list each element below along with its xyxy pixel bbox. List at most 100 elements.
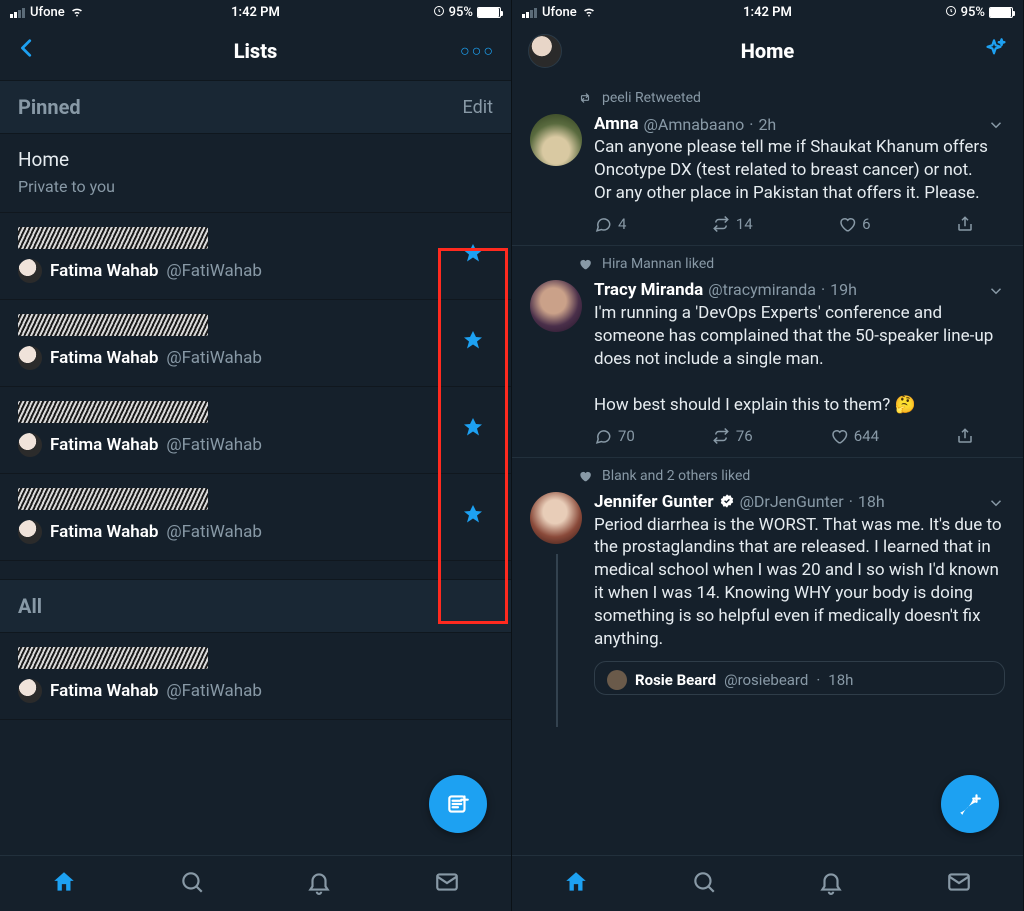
retweet-button[interactable]: 14 <box>712 215 753 233</box>
tweet-menu-button[interactable] <box>987 282 1005 304</box>
owner-handle: @FatiWahab <box>166 261 262 281</box>
page-title: Lists <box>0 39 511 63</box>
tweet-menu-button[interactable] <box>987 494 1005 516</box>
pin-icon[interactable] <box>461 503 485 531</box>
owner-handle: @FatiWahab <box>166 681 262 701</box>
wifi-icon <box>582 4 596 22</box>
tweet-author-handle: @DrJenGunter <box>740 492 844 511</box>
like-button[interactable]: 6 <box>838 215 870 233</box>
avatar[interactable] <box>530 114 582 166</box>
tweet-author-name: Tracy Miranda <box>594 280 703 300</box>
tweet-author-handle: @Amnabaano <box>644 115 745 134</box>
battery-pct-label: 95% <box>961 5 985 20</box>
tab-notifications[interactable] <box>306 869 332 899</box>
tab-messages[interactable] <box>946 869 972 899</box>
tweet-author-handle: @tracymiranda <box>708 280 816 299</box>
list-item[interactable]: Fatima Wahab @FatiWahab <box>0 387 511 474</box>
battery-pct-label: 95% <box>449 5 473 20</box>
share-button[interactable] <box>956 215 974 233</box>
list-item-home[interactable]: Home Private to you <box>0 134 511 213</box>
rotation-lock-icon <box>945 5 957 21</box>
avatar <box>18 259 42 283</box>
owner-name: Fatima Wahab <box>50 681 158 701</box>
thread-line <box>556 554 558 728</box>
back-button[interactable] <box>16 36 38 66</box>
verified-icon <box>719 492 735 511</box>
tweet-text: Period diarrhea is the WORST. That was m… <box>594 514 1005 652</box>
owner-handle: @FatiWahab <box>166 435 262 455</box>
section-header-all: All <box>0 579 511 633</box>
list-item[interactable]: Fatima Wahab @FatiWahab <box>0 213 511 300</box>
list-item[interactable]: Fatima Wahab @FatiWahab <box>0 474 511 561</box>
tweet[interactable]: Amna @Amnabaano · 2h Can anyone please t… <box>512 106 1023 246</box>
list-name: Home <box>18 148 493 171</box>
avatar[interactable] <box>530 280 582 332</box>
tab-search[interactable] <box>179 869 205 899</box>
profile-avatar-button[interactable] <box>528 34 562 68</box>
avatar <box>607 670 627 690</box>
tweet[interactable]: Jennifer Gunter @DrJenGunter · 18h Perio… <box>512 484 1023 708</box>
wifi-icon <box>70 4 84 22</box>
tab-home[interactable] <box>563 869 589 899</box>
more-options-button[interactable]: ○○○ <box>460 41 495 61</box>
pin-icon[interactable] <box>461 329 485 357</box>
tweet-text: I'm running a 'DevOps Experts' conferenc… <box>594 302 1005 417</box>
page-title: Home <box>512 39 1023 63</box>
heart-icon <box>578 469 592 483</box>
tab-bar <box>0 855 511 911</box>
quoted-tweet[interactable]: Rosie Beard @rosiebeard · 18h <box>594 661 1005 695</box>
nav-header: Lists ○○○ <box>0 22 511 80</box>
signal-icon <box>10 8 25 18</box>
avatar <box>18 433 42 457</box>
reply-button[interactable]: 4 <box>594 215 626 233</box>
top-tweets-button[interactable] <box>981 36 1007 66</box>
list-name-redacted <box>18 488 208 510</box>
social-context-text: Blank and 2 others liked <box>602 468 750 484</box>
tab-home[interactable] <box>51 869 77 899</box>
avatar <box>18 520 42 544</box>
tweet-time: 19h <box>830 280 857 299</box>
edit-button[interactable]: Edit <box>463 97 493 118</box>
list-item[interactable]: Fatima Wahab @FatiWahab <box>0 633 511 720</box>
like-button[interactable]: 644 <box>830 427 879 445</box>
owner-name: Fatima Wahab <box>50 348 158 368</box>
list-item[interactable]: Fatima Wahab @FatiWahab <box>0 300 511 387</box>
tab-messages[interactable] <box>434 869 460 899</box>
social-context: peeli Retweeted <box>512 80 1023 106</box>
carrier-label: Ufone <box>542 5 577 20</box>
signal-icon <box>522 8 537 18</box>
owner-name: Fatima Wahab <box>50 435 158 455</box>
pin-icon[interactable] <box>461 242 485 270</box>
timeline[interactable]: peeli Retweeted Amna @Amnabaano · 2h Can… <box>512 80 1023 855</box>
status-bar: Ufone 1:42 PM 95% <box>512 0 1023 22</box>
tweet-text: Can anyone please tell me if Shaukat Kha… <box>594 136 1005 205</box>
list-name-redacted <box>18 401 208 423</box>
pin-icon[interactable] <box>461 416 485 444</box>
share-button[interactable] <box>956 427 974 445</box>
heart-icon <box>578 257 592 271</box>
battery-icon <box>989 7 1013 18</box>
owner-name: Fatima Wahab <box>50 261 158 281</box>
social-context-text: peeli Retweeted <box>602 90 701 106</box>
quoted-author-name: Rosie Beard <box>635 671 716 689</box>
tweet-actions: 4 14 6 <box>594 215 974 233</box>
tweet[interactable]: Tracy Miranda @tracymiranda · 19h I'm ru… <box>512 272 1023 458</box>
tab-search[interactable] <box>691 869 717 899</box>
tab-notifications[interactable] <box>818 869 844 899</box>
compose-tweet-button[interactable] <box>941 775 999 833</box>
rotation-lock-icon <box>433 5 445 21</box>
tweet-actions: 70 76 644 <box>594 427 974 445</box>
tweet-menu-button[interactable] <box>987 116 1005 138</box>
owner-handle: @FatiWahab <box>166 348 262 368</box>
section-title: All <box>18 594 42 618</box>
retweet-button[interactable]: 76 <box>712 427 753 445</box>
owner-handle: @FatiWahab <box>166 522 262 542</box>
battery-icon <box>477 7 501 18</box>
list-name-redacted <box>18 227 208 249</box>
new-list-button[interactable] <box>429 775 487 833</box>
avatar <box>18 346 42 370</box>
list-privacy-label: Private to you <box>18 177 493 196</box>
avatar[interactable] <box>530 492 582 544</box>
reply-button[interactable]: 70 <box>594 427 635 445</box>
retweet-icon <box>578 91 592 105</box>
